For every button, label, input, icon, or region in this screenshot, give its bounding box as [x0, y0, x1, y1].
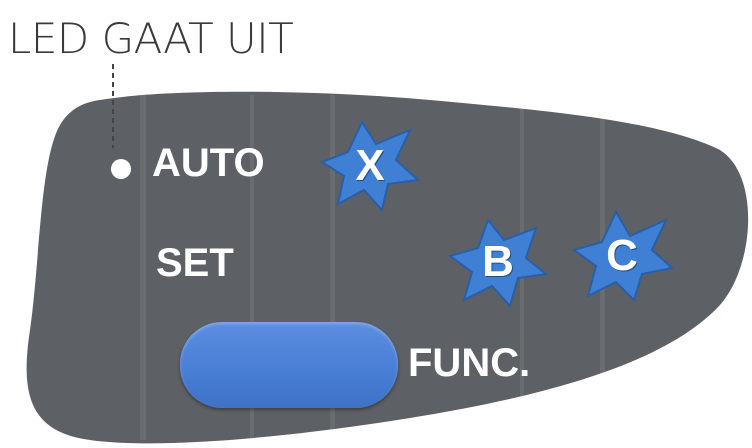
c-button[interactable]: C: [570, 208, 674, 304]
func-label: FUNC.: [408, 341, 531, 385]
b-button[interactable]: B: [448, 214, 548, 310]
remote-diagram: LED GAAT UIT AUTO SET X B C FUNC.: [0, 0, 752, 448]
x-button-label: X: [355, 141, 385, 190]
set-label: SET: [156, 241, 234, 285]
c-button-label: C: [606, 231, 638, 280]
x-button[interactable]: X: [318, 118, 422, 214]
led-indicator: [111, 159, 131, 179]
b-button-label: B: [482, 237, 514, 286]
func-button[interactable]: [180, 322, 398, 408]
led-callout-label: LED GAAT UIT: [8, 14, 294, 63]
auto-label: AUTO: [152, 141, 265, 185]
